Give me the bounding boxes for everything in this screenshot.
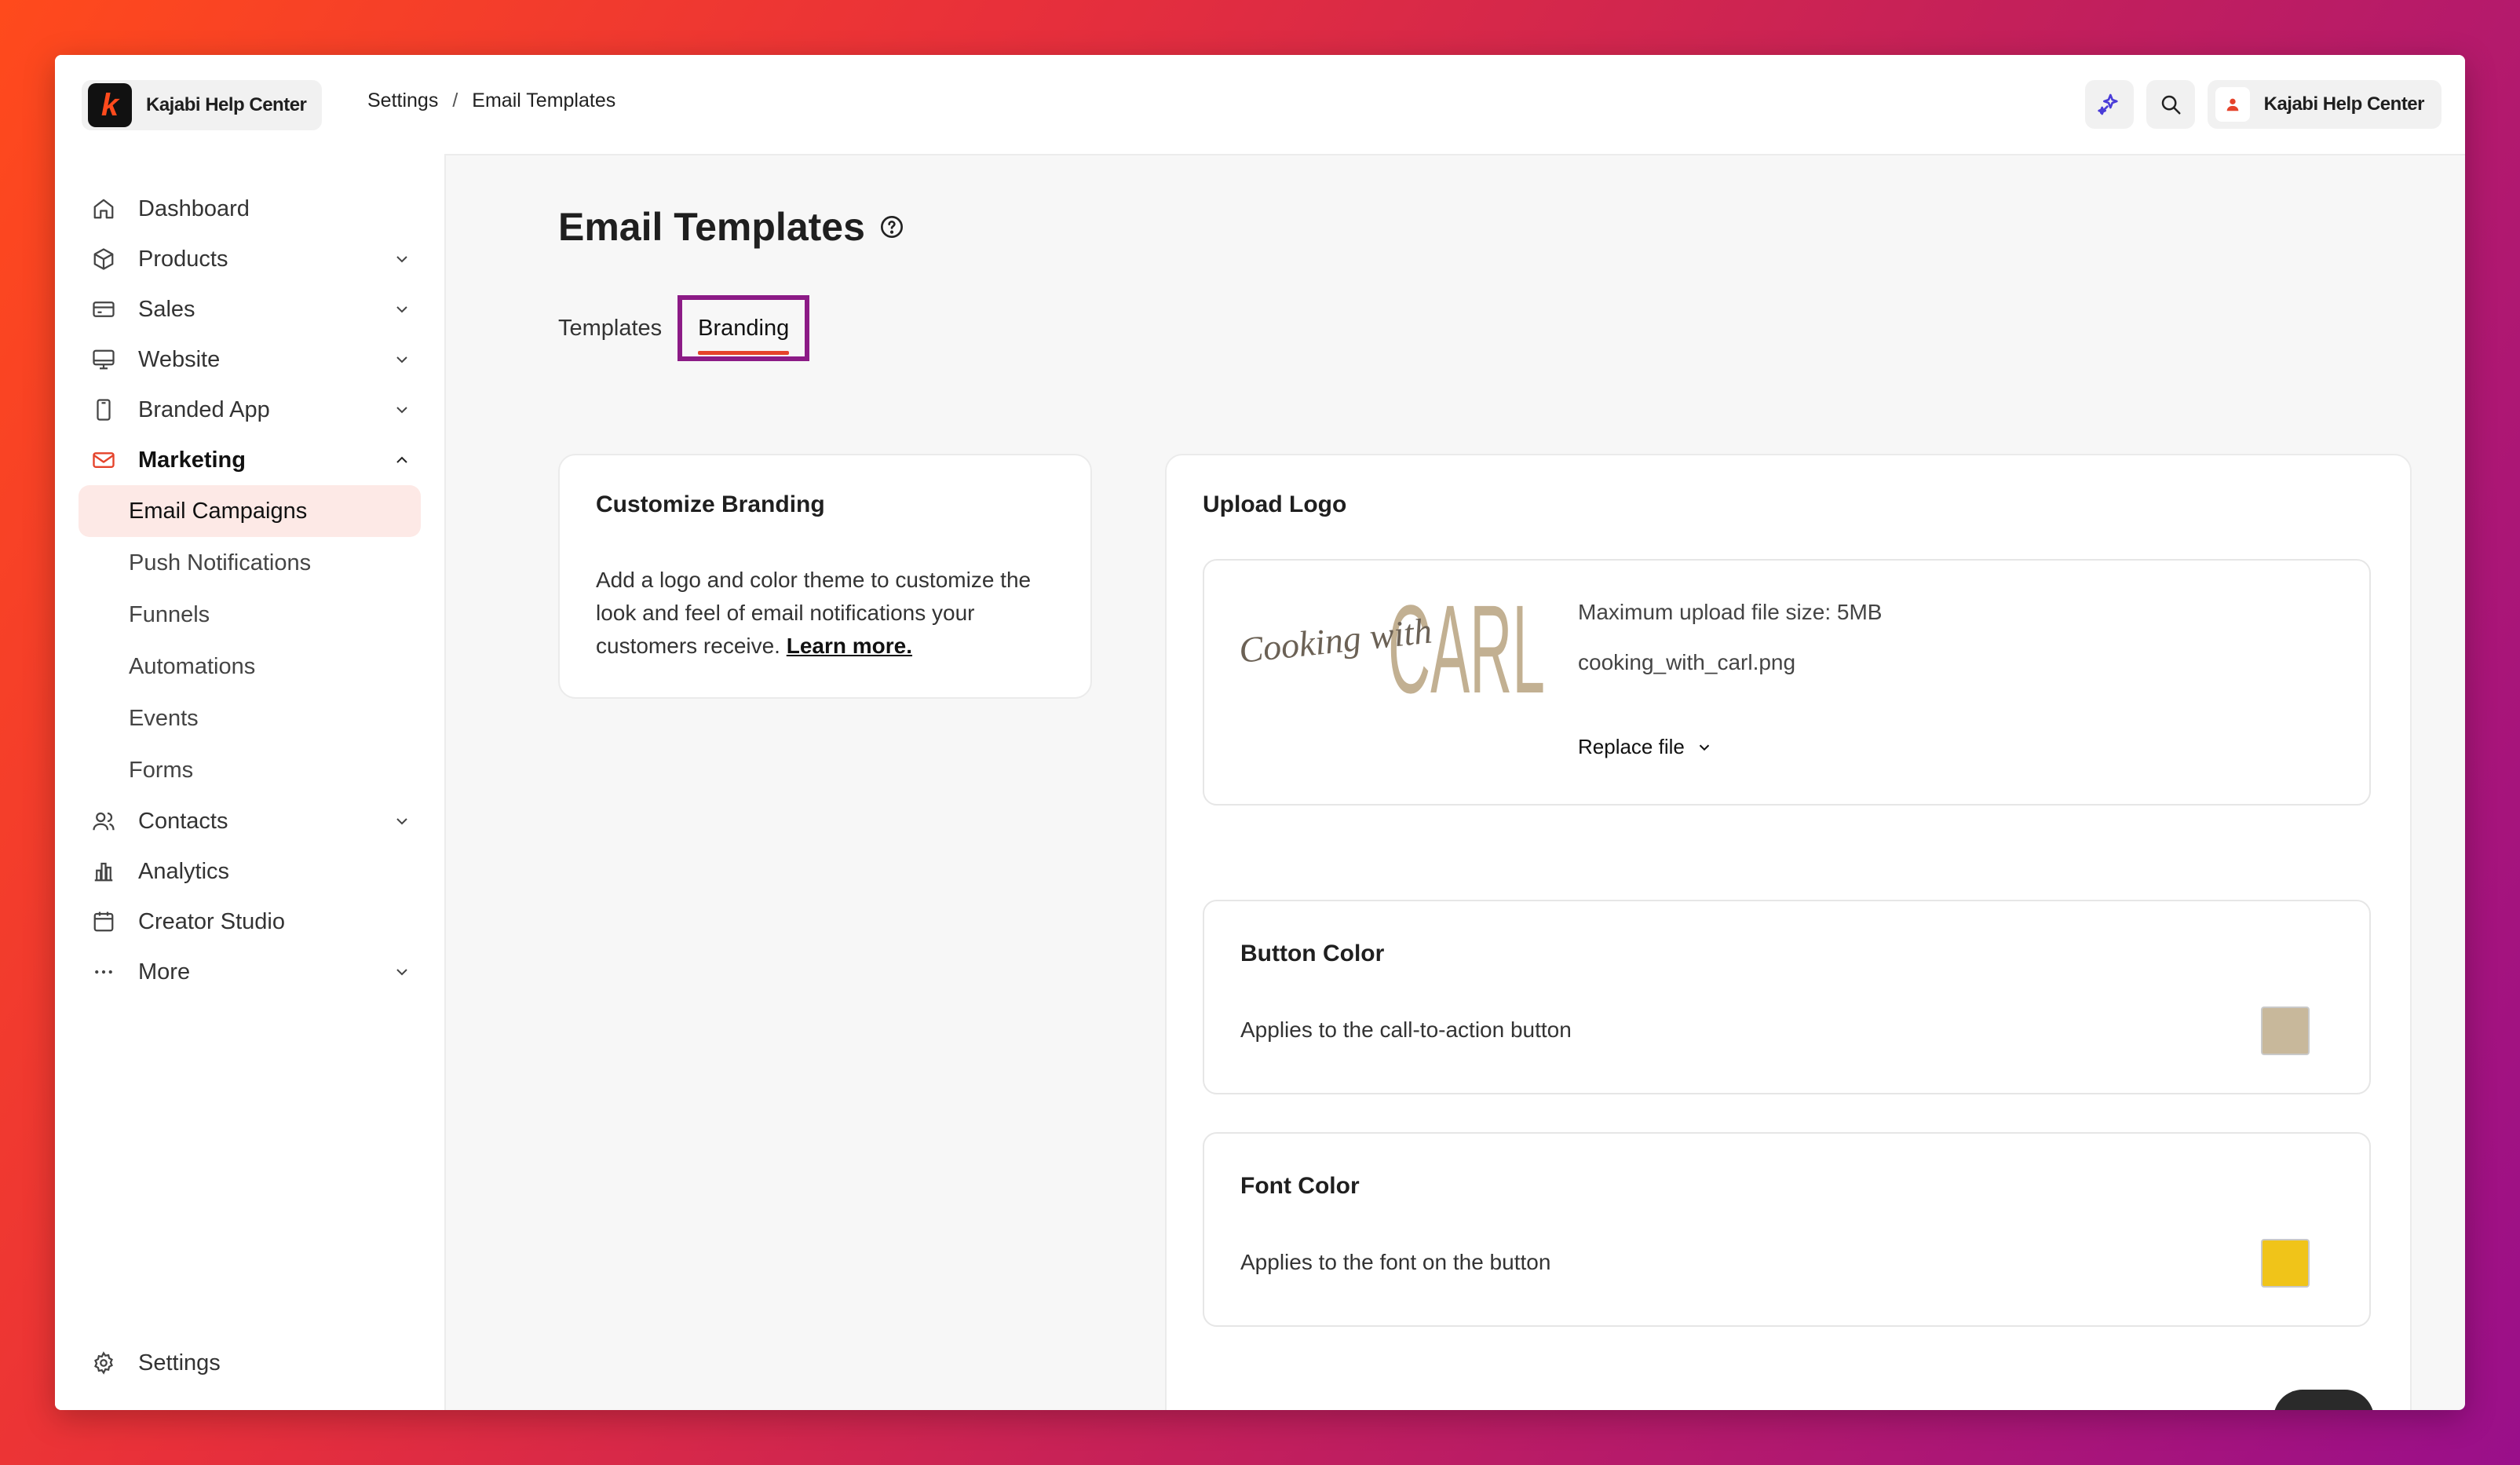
- home-icon: [89, 195, 118, 223]
- sidebar-item-website[interactable]: Website: [79, 334, 421, 385]
- brand-name: Kajabi Help Center: [146, 94, 307, 115]
- account-name: Kajabi Help Center: [2263, 93, 2425, 115]
- sidebar-item-label: More: [138, 959, 191, 985]
- help-circle-icon[interactable]: [879, 214, 904, 239]
- sidebar-item-products[interactable]: Products: [79, 234, 421, 284]
- bar-chart-icon: [89, 857, 118, 886]
- breadcrumb-current: Email Templates: [472, 90, 616, 111]
- breadcrumb: Settings / Email Templates: [367, 90, 615, 112]
- sidebar-item-label: Settings: [138, 1350, 221, 1375]
- upload-meta: Maximum upload file size: 5MB cooking_wi…: [1578, 600, 1882, 700]
- font-color-description: Applies to the font on the button: [1240, 1250, 1551, 1274]
- monitor-icon: [89, 345, 118, 374]
- button-color-description: Applies to the call-to-action button: [1240, 1017, 1572, 1042]
- sidebar-nav: Dashboard Products Sales Website Branded…: [79, 184, 421, 997]
- chevron-down-icon: [396, 256, 407, 263]
- ellipsis-icon: [89, 958, 118, 986]
- sidebar-item-more[interactable]: More: [79, 947, 421, 997]
- tabs: Templates Branding: [558, 295, 810, 361]
- top-actions: Kajabi Help Center: [2084, 80, 2441, 129]
- button-color-swatch[interactable]: [2261, 1007, 2310, 1055]
- calendar-icon: [89, 908, 118, 936]
- sidebar-item-label: Sales: [138, 296, 195, 322]
- sidebar-item-analytics[interactable]: Analytics: [79, 846, 421, 897]
- upload-logo-title: Upload Logo: [1203, 491, 1347, 517]
- sidebar-item-creator-studio[interactable]: Creator Studio: [79, 897, 421, 947]
- sidebar-subitem-forms[interactable]: Forms: [79, 744, 421, 796]
- sidebar-item-settings[interactable]: Settings: [79, 1338, 221, 1388]
- page-title: Email Templates: [558, 204, 904, 250]
- font-color-box: Font Color Applies to the font on the bu…: [1203, 1132, 2371, 1327]
- sidebar-item-sales[interactable]: Sales: [79, 284, 421, 334]
- font-color-title: Font Color: [1240, 1173, 1360, 1199]
- search-button[interactable]: [2146, 80, 2195, 129]
- ai-assist-button[interactable]: [2084, 80, 2134, 129]
- save-button[interactable]: Save: [2273, 1390, 2374, 1410]
- sidebar-item-label: Branded App: [138, 396, 270, 422]
- chevron-down-icon: [396, 969, 407, 976]
- font-color-swatch[interactable]: [2261, 1239, 2310, 1288]
- brand-switcher[interactable]: k Kajabi Help Center: [82, 80, 323, 130]
- gear-icon: [89, 1349, 118, 1377]
- user-icon: [2226, 98, 2238, 111]
- upload-logo-card: Upload Logo CARL Cooking with Maximum up…: [1165, 454, 2412, 1410]
- chevron-down-icon: [1699, 744, 1710, 751]
- page-title-text: Email Templates: [558, 205, 865, 249]
- sidebar-item-label: Products: [138, 246, 228, 272]
- sidebar-item-label: Website: [138, 346, 221, 372]
- logo-upload-box: CARL Cooking with Maximum upload file si…: [1203, 559, 2371, 806]
- sidebar-subitem-events[interactable]: Events: [79, 692, 421, 744]
- sidebar-subitem-automations[interactable]: Automations: [79, 641, 421, 692]
- phone-icon: [89, 396, 118, 424]
- mail-icon: [89, 446, 118, 474]
- tab-branding[interactable]: Branding: [677, 295, 810, 361]
- chevron-up-icon: [396, 456, 407, 463]
- sparkle-icon: [2097, 93, 2118, 115]
- sidebar-item-label: Marketing: [138, 447, 246, 473]
- top-bar: k Kajabi Help Center Settings / Email Te…: [55, 55, 2465, 155]
- sidebar-subitem-funnels[interactable]: Funnels: [79, 589, 421, 641]
- users-icon: [89, 807, 118, 835]
- sidebar-item-label: Dashboard: [138, 195, 250, 221]
- sidebar-item-contacts[interactable]: Contacts: [79, 796, 421, 846]
- sidebar-item-dashboard[interactable]: Dashboard: [79, 184, 421, 234]
- customize-branding-description: Add a logo and color theme to customize …: [596, 564, 1067, 663]
- avatar: [2215, 87, 2250, 122]
- chevron-down-icon: [396, 306, 407, 313]
- sidebar-item-label: Analytics: [138, 858, 230, 884]
- kajabi-logo-icon: k: [88, 83, 132, 127]
- sidebar-subitem-push-notifications[interactable]: Push Notifications: [79, 537, 421, 589]
- sidebar-item-label: Creator Studio: [138, 908, 285, 934]
- sidebar-subitem-email-campaigns[interactable]: Email Campaigns: [79, 485, 421, 537]
- account-menu-button[interactable]: Kajabi Help Center: [2207, 80, 2441, 129]
- box-icon: [89, 245, 118, 273]
- filename-text: cooking_with_carl.png: [1578, 650, 1796, 674]
- main-content: Email Templates Templates Branding Custo…: [444, 154, 2465, 1410]
- replace-file-label: Replace file: [1578, 735, 1685, 758]
- sidebar-item-marketing[interactable]: Marketing: [79, 435, 421, 485]
- breadcrumb-settings-link[interactable]: Settings: [367, 90, 438, 112]
- tab-templates[interactable]: Templates: [558, 303, 674, 353]
- max-file-size-text: Maximum upload file size: 5MB: [1578, 600, 1883, 624]
- replace-file-dropdown[interactable]: Replace file: [1578, 735, 1713, 759]
- app-window: k Kajabi Help Center Settings / Email Te…: [55, 55, 2465, 1410]
- learn-more-link[interactable]: Learn more.: [787, 634, 912, 658]
- breadcrumb-separator: /: [452, 90, 458, 111]
- chevron-down-icon: [396, 818, 407, 825]
- button-color-box: Button Color Applies to the call-to-acti…: [1203, 900, 2371, 1094]
- chevron-down-icon: [396, 407, 407, 414]
- customize-branding-card: Customize Branding Add a logo and color …: [558, 454, 1092, 699]
- chevron-down-icon: [396, 356, 407, 364]
- search-icon: [2161, 95, 2181, 115]
- button-color-title: Button Color: [1240, 941, 1385, 966]
- sidebar: Dashboard Products Sales Website Branded…: [55, 154, 446, 1410]
- customize-branding-title: Customize Branding: [596, 491, 825, 517]
- sidebar-item-label: Contacts: [138, 808, 228, 834]
- logo-preview-image: CARL Cooking with: [1240, 592, 1545, 702]
- credit-card-icon: [89, 295, 118, 323]
- sidebar-item-branded-app[interactable]: Branded App: [79, 385, 421, 435]
